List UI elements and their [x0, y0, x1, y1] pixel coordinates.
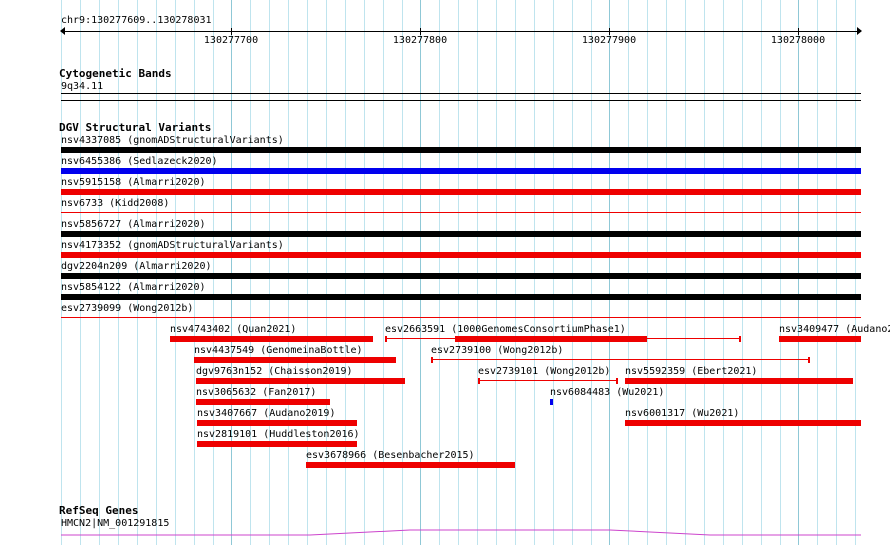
- variant-bar[interactable]: [61, 189, 861, 195]
- variant-endcap: [616, 378, 618, 384]
- ruler-tick: [609, 28, 610, 35]
- variant-label: nsv6733 (Kidd2008): [61, 198, 170, 209]
- ruler-right-arrow-icon: [857, 27, 862, 35]
- variant-endcap: [739, 336, 741, 342]
- variant-bar[interactable]: [61, 273, 861, 279]
- variant-label: nsv3409477 (Audano2019): [779, 324, 890, 335]
- gene-intron-line[interactable]: [61, 529, 861, 536]
- genome-browser-view: chr9:130277609..130278031 130277700 1302…: [0, 0, 890, 545]
- ruler-tick-label: 130277700: [203, 35, 259, 46]
- variant-bar[interactable]: [197, 441, 357, 447]
- location-label: chr9:130277609..130278031: [61, 15, 212, 26]
- variant-bar[interactable]: [196, 378, 405, 384]
- variant-label: esv3678966 (Besenbacher2015): [306, 450, 475, 461]
- variant-label: dgv9763n152 (Chaisson2019): [196, 366, 353, 377]
- variant-bar[interactable]: [625, 420, 861, 426]
- variant-label: esv2739101 (Wong2012b): [478, 366, 611, 377]
- variant-line[interactable]: [432, 359, 810, 360]
- variant-label: esv2739099 (Wong2012b): [61, 303, 194, 314]
- cytoband-label: 9q34.11: [61, 81, 104, 92]
- variant-label: nsv4743402 (Quan2021): [170, 324, 297, 335]
- variant-label: nsv6455386 (Sedlazeck2020): [61, 156, 218, 167]
- variant-bar[interactable]: [196, 399, 330, 405]
- variant-label: nsv3065632 (Fan2017): [196, 387, 317, 398]
- ruler-tick-label: 130277800: [392, 35, 448, 46]
- ruler-left-arrow-icon: [60, 27, 65, 35]
- cytoband-track-title[interactable]: Cytogenetic Bands: [59, 68, 172, 80]
- variant-label: nsv4437549 (GenomeinaBottle): [194, 345, 363, 356]
- variant-endcap: [478, 378, 480, 384]
- variant-label: nsv5856727 (Almarri2020): [61, 219, 206, 230]
- variant-bar[interactable]: [170, 336, 373, 342]
- variant-label: nsv2819101 (Huddleston2016): [197, 429, 360, 440]
- cytoband-bar[interactable]: [61, 93, 861, 94]
- variant-line[interactable]: [479, 380, 618, 381]
- variant-line[interactable]: [61, 212, 861, 213]
- variant-bar[interactable]: [61, 168, 861, 174]
- variant-bar[interactable]: [197, 420, 357, 426]
- variant-label: nsv6001317 (Wu2021): [625, 408, 740, 419]
- ruler-tick: [231, 28, 232, 35]
- variant-bar[interactable]: [194, 357, 396, 363]
- variant-label: dgv2204n209 (Almarri2020): [61, 261, 212, 272]
- gene-model[interactable]: [0, 520, 890, 545]
- variant-label: nsv6084483 (Wu2021): [550, 387, 665, 398]
- variant-label: nsv4337085 (gnomADStructuralVariants): [61, 135, 284, 146]
- variant-bar[interactable]: [455, 336, 647, 342]
- variant-label: nsv4173352 (gnomADStructuralVariants): [61, 240, 284, 251]
- variant-label: nsv3407667 (Audano2019): [197, 408, 336, 419]
- variant-bar[interactable]: [779, 336, 861, 342]
- dgv-track-title[interactable]: DGV Structural Variants: [59, 122, 211, 134]
- variant-line[interactable]: [61, 317, 861, 318]
- refseq-track-title[interactable]: RefSeq Genes: [59, 505, 138, 517]
- variant-label: nsv5592359 (Ebert2021): [625, 366, 758, 377]
- ruler-tick-label: 130277900: [581, 35, 637, 46]
- variant-label: nsv5854122 (Almarri2020): [61, 282, 206, 293]
- variant-label: nsv5915158 (Almarri2020): [61, 177, 206, 188]
- variant-bar[interactable]: [61, 252, 861, 258]
- variant-label: esv2663591 (1000GenomesConsortiumPhase1): [385, 324, 626, 335]
- variant-bar[interactable]: [61, 231, 861, 237]
- variant-label: esv2739100 (Wong2012b): [431, 345, 564, 356]
- track-separator: [61, 100, 861, 101]
- variant-bar[interactable]: [61, 294, 861, 300]
- variant-bar[interactable]: [306, 462, 515, 468]
- variant-bar[interactable]: [61, 147, 861, 153]
- ruler-axis: [61, 31, 861, 32]
- variant-endcap: [808, 357, 810, 363]
- variant-endcap: [431, 357, 433, 363]
- ruler-tick: [420, 28, 421, 35]
- variant-bar[interactable]: [550, 399, 553, 405]
- ruler-tick: [798, 28, 799, 35]
- variant-endcap: [385, 336, 387, 342]
- ruler-tick-label: 130278000: [770, 35, 826, 46]
- variant-bar[interactable]: [625, 378, 853, 384]
